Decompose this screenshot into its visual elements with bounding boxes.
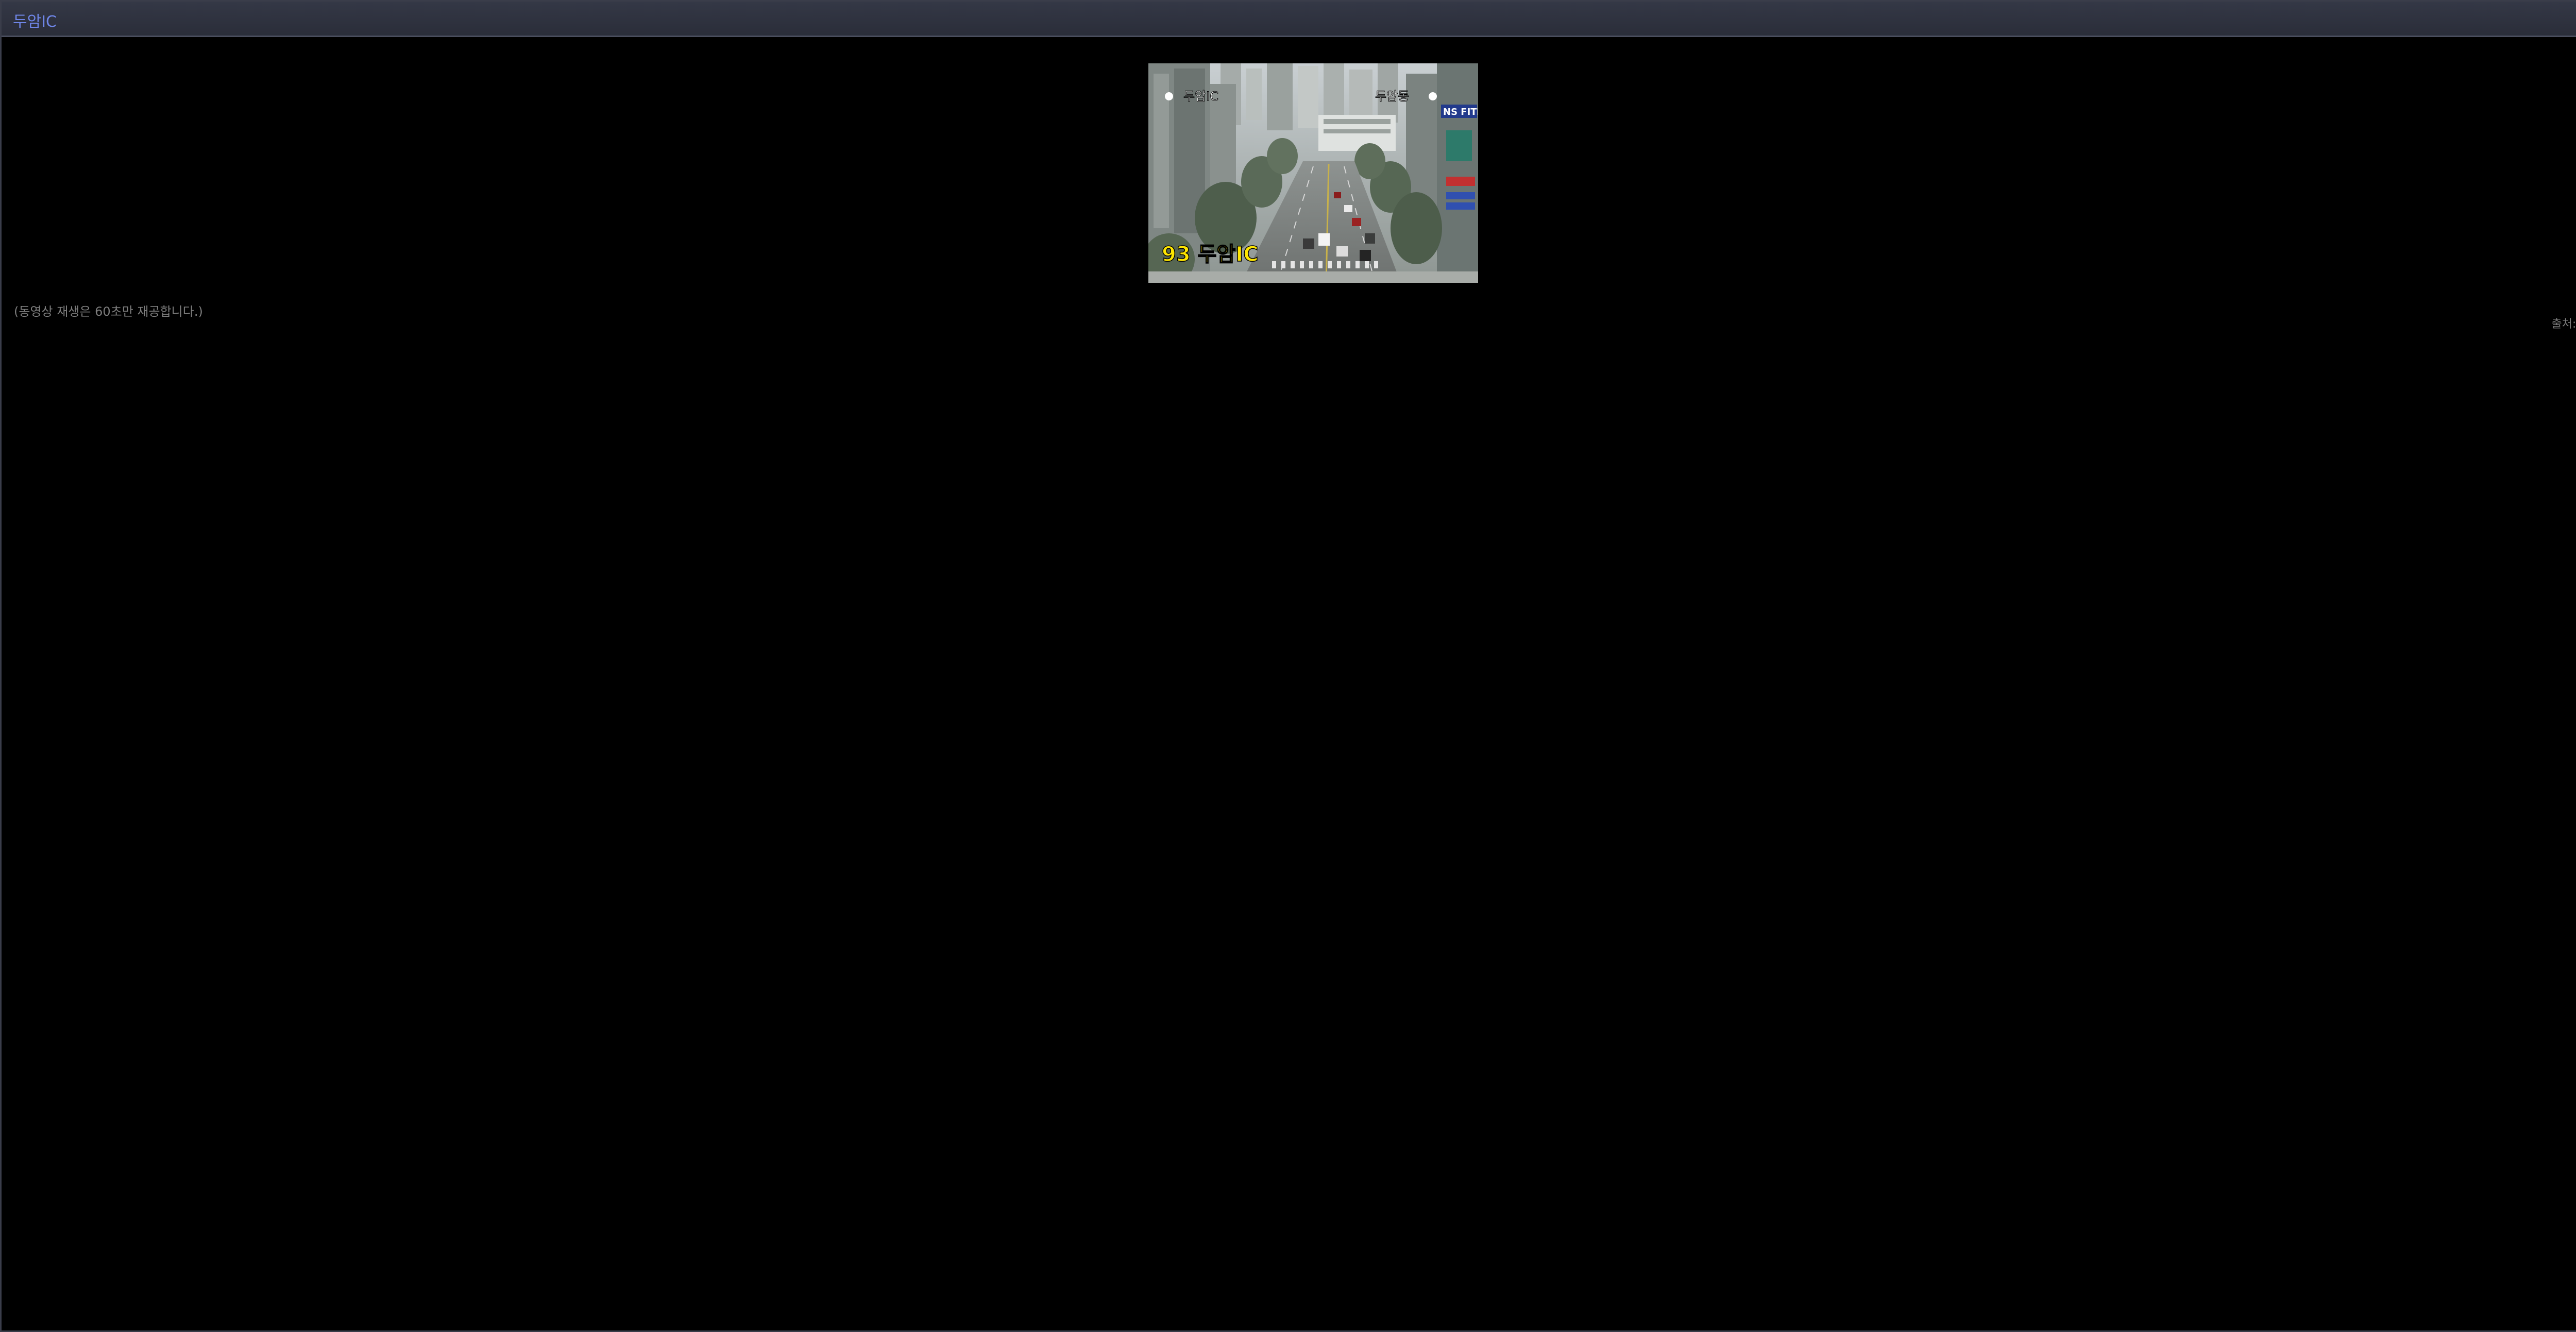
titlebar: 두암IC [2, 2, 2576, 37]
playback-notice: (동영상 재생은 60초만 재공합니다.) [14, 304, 203, 319]
cctv-overlay-right: 두암동 [1375, 89, 1409, 104]
cctv-popup-window: 두암IC NS FIT 두암IC 두암동 93 두암IC (동영상 재생은 60… [0, 0, 2576, 1332]
svg-text:NS FITNE: NS FITNE [1443, 107, 1478, 117]
window-title: 두암IC [13, 13, 57, 31]
cctv-overlay-left: 두암IC [1183, 89, 1218, 104]
cctv-video-frame: NS FITNE [1148, 63, 1478, 283]
cctv-caption: 93 두암IC [1162, 243, 1258, 266]
source-label: 출처:광역시 [2551, 318, 2576, 331]
cctv-video[interactable]: NS FITNE [1148, 63, 1478, 283]
